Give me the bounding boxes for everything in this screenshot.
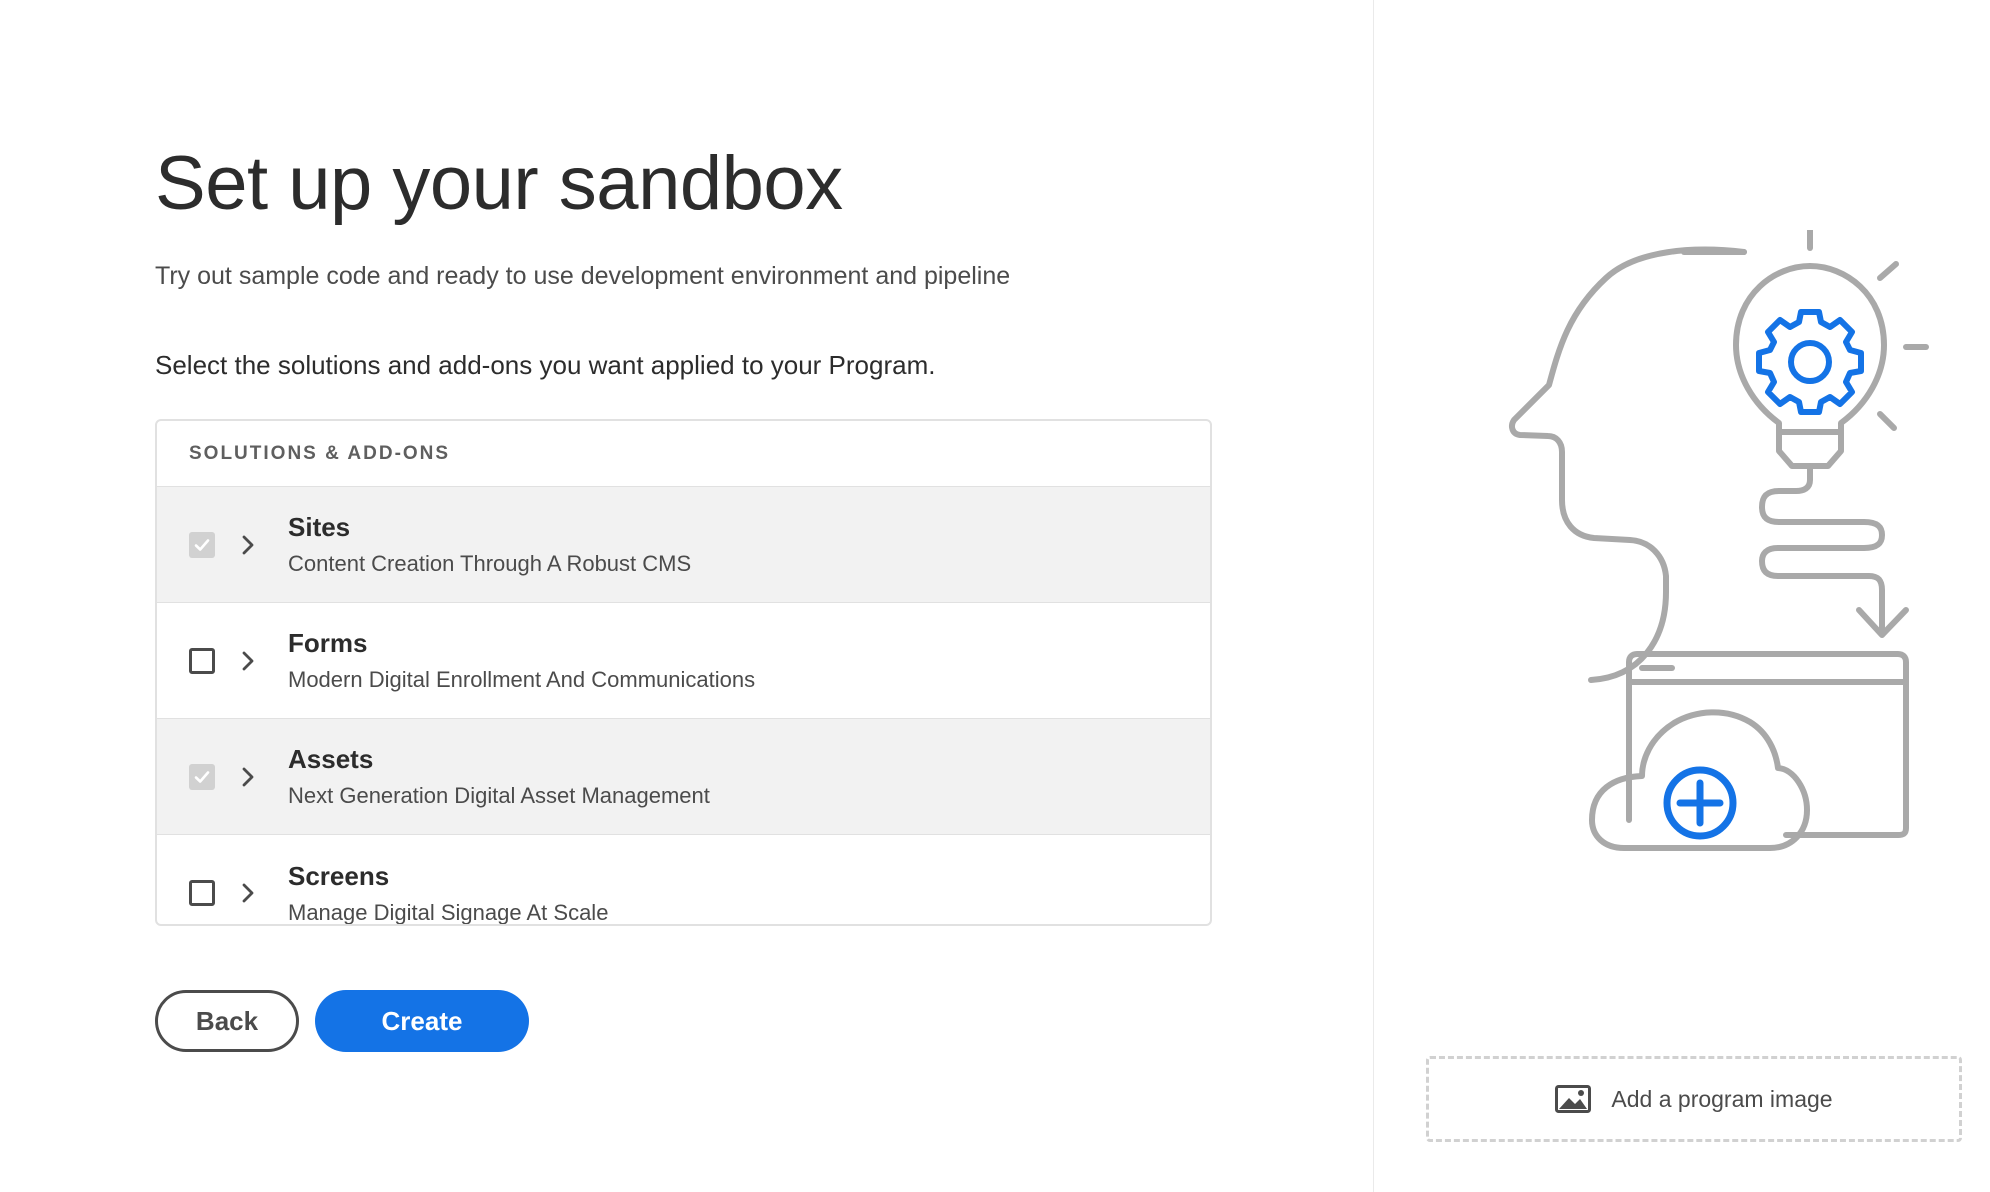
chevron-right-icon[interactable] [237,882,259,904]
checkmark-icon [194,770,210,783]
chevron-right-icon[interactable] [237,766,259,788]
solution-text: Sites Content Creation Through A Robust … [288,512,691,577]
solution-text: Assets Next Generation Digital Asset Man… [288,744,710,809]
head-lightbulb-gear-cloud-illustration [1509,230,1929,851]
solution-description: Modern Digital Enrollment And Communicat… [288,667,756,692]
solution-description: Next Generation Digital Asset Management [288,783,710,808]
solution-title: Screens [288,860,390,891]
solution-title: Sites [288,512,351,542]
instruction-text: Select the solutions and add-ons you wan… [155,350,936,380]
image-icon [1555,1085,1592,1113]
solution-text: Forms Modern Digital Enrollment And Comm… [288,628,755,693]
checkmark-icon [194,538,210,551]
back-button[interactable]: Back [155,990,299,1052]
solution-row-forms[interactable]: Forms Modern Digital Enrollment And Comm… [157,603,1210,719]
main-content: Set up your sandbox Try out sample code … [0,0,1373,1192]
program-image-panel: Add a program image [1374,0,1990,1192]
solution-row-sites[interactable]: Sites Content Creation Through A Robust … [157,487,1210,603]
page-subtitle: Try out sample code and ready to use dev… [155,262,1011,290]
sites-checkbox[interactable] [189,531,215,558]
add-image-label: Add a program image [1611,1085,1833,1112]
chevron-right-icon[interactable] [237,650,259,672]
solution-row-assets[interactable]: Assets Next Generation Digital Asset Man… [157,719,1210,835]
solution-description: Content Creation Through A Robust CMS [288,551,692,576]
forms-checkbox[interactable] [189,647,215,674]
solution-title: Assets [288,744,374,774]
create-button[interactable]: Create [315,990,529,1052]
screens-checkbox[interactable] [189,880,215,906]
solution-description: Manage Digital Signage At Scale [288,899,609,925]
solution-text: Screens Manage Digital Signage At Scale [288,860,609,925]
assets-checkbox[interactable] [189,763,215,790]
solutions-panel: SOLUTIONS & ADD-ONS Sites Content Creati… [155,419,1212,926]
page-title: Set up your sandbox [155,141,843,226]
add-program-image-button[interactable]: Add a program image [1426,1056,1962,1142]
solution-title: Forms [288,628,368,658]
chevron-right-icon[interactable] [237,534,259,556]
solutions-panel-header: SOLUTIONS & ADD-ONS [157,421,1210,487]
solution-row-screens[interactable]: Screens Manage Digital Signage At Scale [157,835,1210,925]
